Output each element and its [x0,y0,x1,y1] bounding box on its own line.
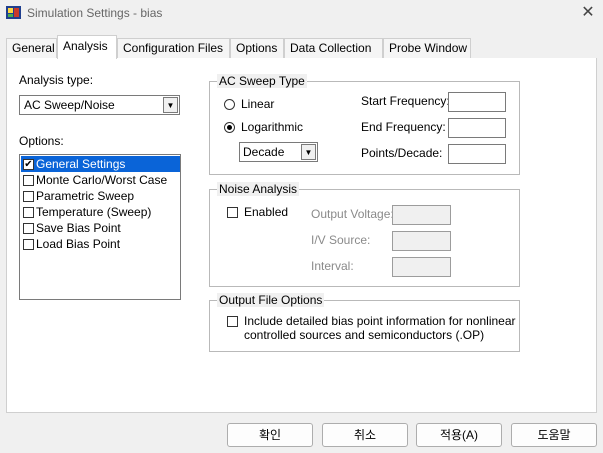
noise-analysis-title: Noise Analysis [217,182,300,196]
apply-button[interactable]: 적용(A) [416,423,502,447]
end-frequency-input[interactable] [448,118,506,138]
option-label: Load Bias Point [36,237,121,251]
option-label: Temperature (Sweep) [36,205,152,219]
checkbox-load-bias-point[interactable] [23,239,34,250]
linear-label: Linear [241,97,275,111]
tab-analysis[interactable]: Analysis [57,35,117,59]
include-bias-info-checkbox[interactable] [227,316,238,327]
help-button[interactable]: 도움말 [511,423,597,447]
iv-source-label: I/V Source: [311,233,371,247]
linear-radio[interactable] [224,99,235,110]
options-list: ✔ General Settings Monte Carlo/Worst Cas… [19,154,181,300]
points-per-decade-label: Points/Decade: [361,146,443,160]
analysis-type-label: Analysis type: [19,73,94,87]
tab-probe-window[interactable]: Probe Window [383,38,471,58]
noise-enabled-label: Enabled [244,205,289,219]
points-per-decade-input[interactable] [448,144,506,164]
cancel-button[interactable]: 취소 [322,423,408,447]
option-general-settings[interactable]: ✔ General Settings [21,156,180,172]
checkbox-parametric-sweep[interactable] [23,191,34,202]
output-voltage-label: Output Voltage: [311,207,394,221]
interval-label: Interval: [311,259,354,273]
option-label: Monte Carlo/Worst Case [36,173,168,187]
logarithmic-radio[interactable] [224,122,235,133]
noise-enabled-checkbox[interactable] [227,207,238,218]
analysis-type-value: AC Sweep/Noise [24,98,115,112]
interval-input[interactable] [392,257,451,277]
tab-general[interactable]: General [6,38,57,58]
output-file-title: Output File Options [217,293,325,307]
tab-data-collection[interactable]: Data Collection [284,38,383,58]
close-button[interactable]: ✕ [576,2,600,24]
start-frequency-input[interactable] [448,92,506,112]
include-bias-info-line2: controlled sources and semiconductors (.… [244,328,485,342]
option-temperature-sweep[interactable]: Temperature (Sweep) [21,204,180,220]
ok-button[interactable]: 확인 [227,423,313,447]
chevron-down-icon[interactable]: ▼ [301,144,316,160]
output-voltage-input[interactable] [392,205,451,225]
option-label: General Settings [36,157,126,171]
ac-sweep-title: AC Sweep Type [217,74,307,88]
option-load-bias-point[interactable]: Load Bias Point [21,236,180,252]
checkbox-general-settings[interactable]: ✔ [23,159,34,170]
option-monte-carlo[interactable]: Monte Carlo/Worst Case [21,172,180,188]
option-parametric-sweep[interactable]: Parametric Sweep [21,188,180,204]
log-unit-select[interactable]: Decade ▼ [239,142,318,162]
tab-options[interactable]: Options [230,38,284,58]
window-title: Simulation Settings - bias [27,6,163,20]
analysis-type-select[interactable]: AC Sweep/Noise ▼ [19,95,180,115]
app-icon [6,6,21,19]
option-label: Parametric Sweep [36,189,135,203]
option-save-bias-point[interactable]: Save Bias Point [21,220,180,236]
include-bias-info-line1: Include detailed bias point information … [244,314,516,328]
iv-source-input[interactable] [392,231,451,251]
logarithmic-label: Logarithmic [241,120,304,134]
checkbox-temperature-sweep[interactable] [23,207,34,218]
log-unit-value: Decade [243,145,285,159]
option-label: Save Bias Point [36,221,121,235]
end-frequency-label: End Frequency: [361,120,446,134]
tab-configuration-files[interactable]: Configuration Files [117,38,230,58]
checkbox-monte-carlo[interactable] [23,175,34,186]
options-label: Options: [19,134,64,148]
chevron-down-icon[interactable]: ▼ [163,97,178,113]
checkbox-save-bias-point[interactable] [23,223,34,234]
start-frequency-label: Start Frequency: [361,94,450,108]
